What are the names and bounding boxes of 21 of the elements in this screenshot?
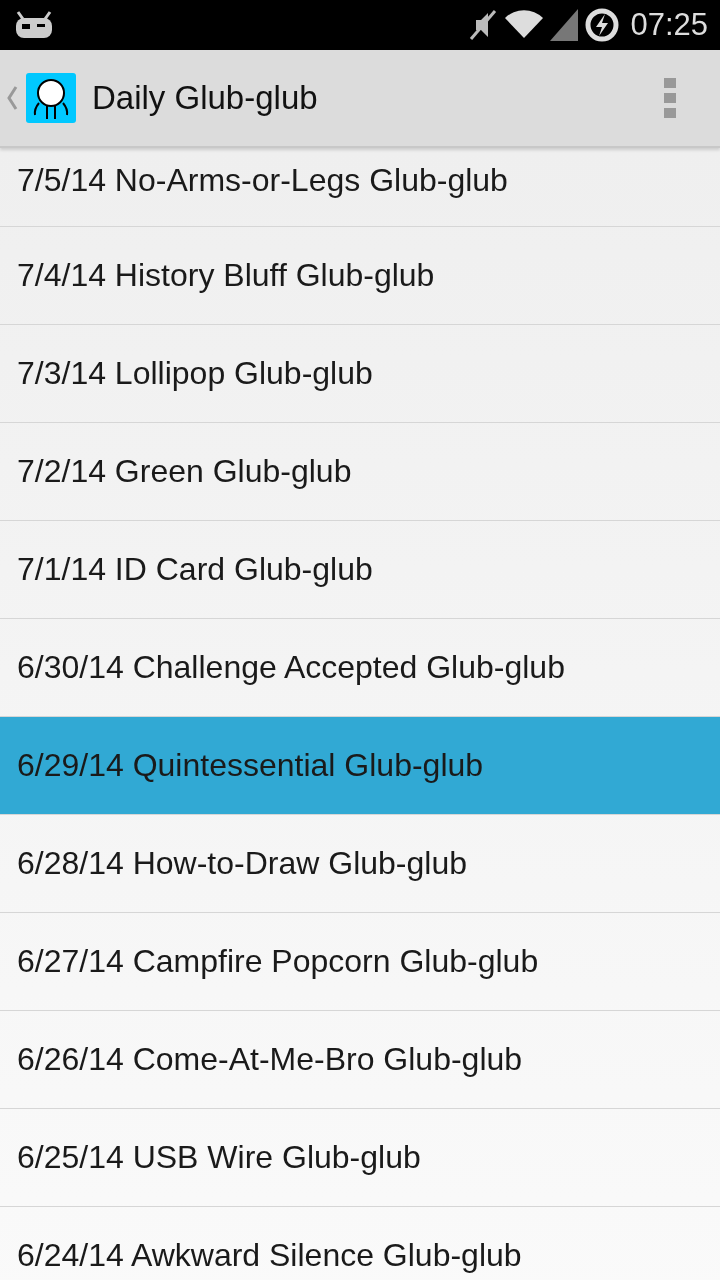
overflow-menu-icon [664, 78, 676, 118]
list-item[interactable]: 7/5/14 No-Arms-or-Legs Glub-glub [0, 148, 720, 227]
list-item[interactable]: 6/26/14 Come-At-Me-Bro Glub-glub [0, 1011, 720, 1109]
robot-icon [14, 10, 54, 40]
clock-time: 07:25 [630, 7, 708, 43]
list-item[interactable]: 7/4/14 History Bluff Glub-glub [0, 227, 720, 325]
app-title: Daily Glub-glub [92, 79, 319, 117]
battery-charging-icon [584, 7, 621, 43]
signal-icon [550, 9, 579, 41]
wifi-icon [504, 10, 545, 40]
list-item[interactable]: 6/27/14 Campfire Popcorn Glub-glub [0, 913, 720, 1011]
list-item[interactable]: 6/25/14 USB Wire Glub-glub [0, 1109, 720, 1207]
list-item[interactable]: 7/2/14 Green Glub-glub [0, 423, 720, 521]
list-item[interactable]: 7/1/14 ID Card Glub-glub [0, 521, 720, 619]
muted-icon [468, 8, 499, 42]
list-item[interactable]: 6/28/14 How-to-Draw Glub-glub [0, 815, 720, 913]
list-item[interactable]: 6/29/14 Quintessential Glub-glub [0, 717, 720, 815]
back-caret-icon [6, 85, 18, 111]
app-icon [26, 73, 76, 123]
list-item[interactable]: 6/24/14 Awkward Silence Glub-glub [0, 1207, 720, 1280]
list-item[interactable]: 7/3/14 Lollipop Glub-glub [0, 325, 720, 423]
